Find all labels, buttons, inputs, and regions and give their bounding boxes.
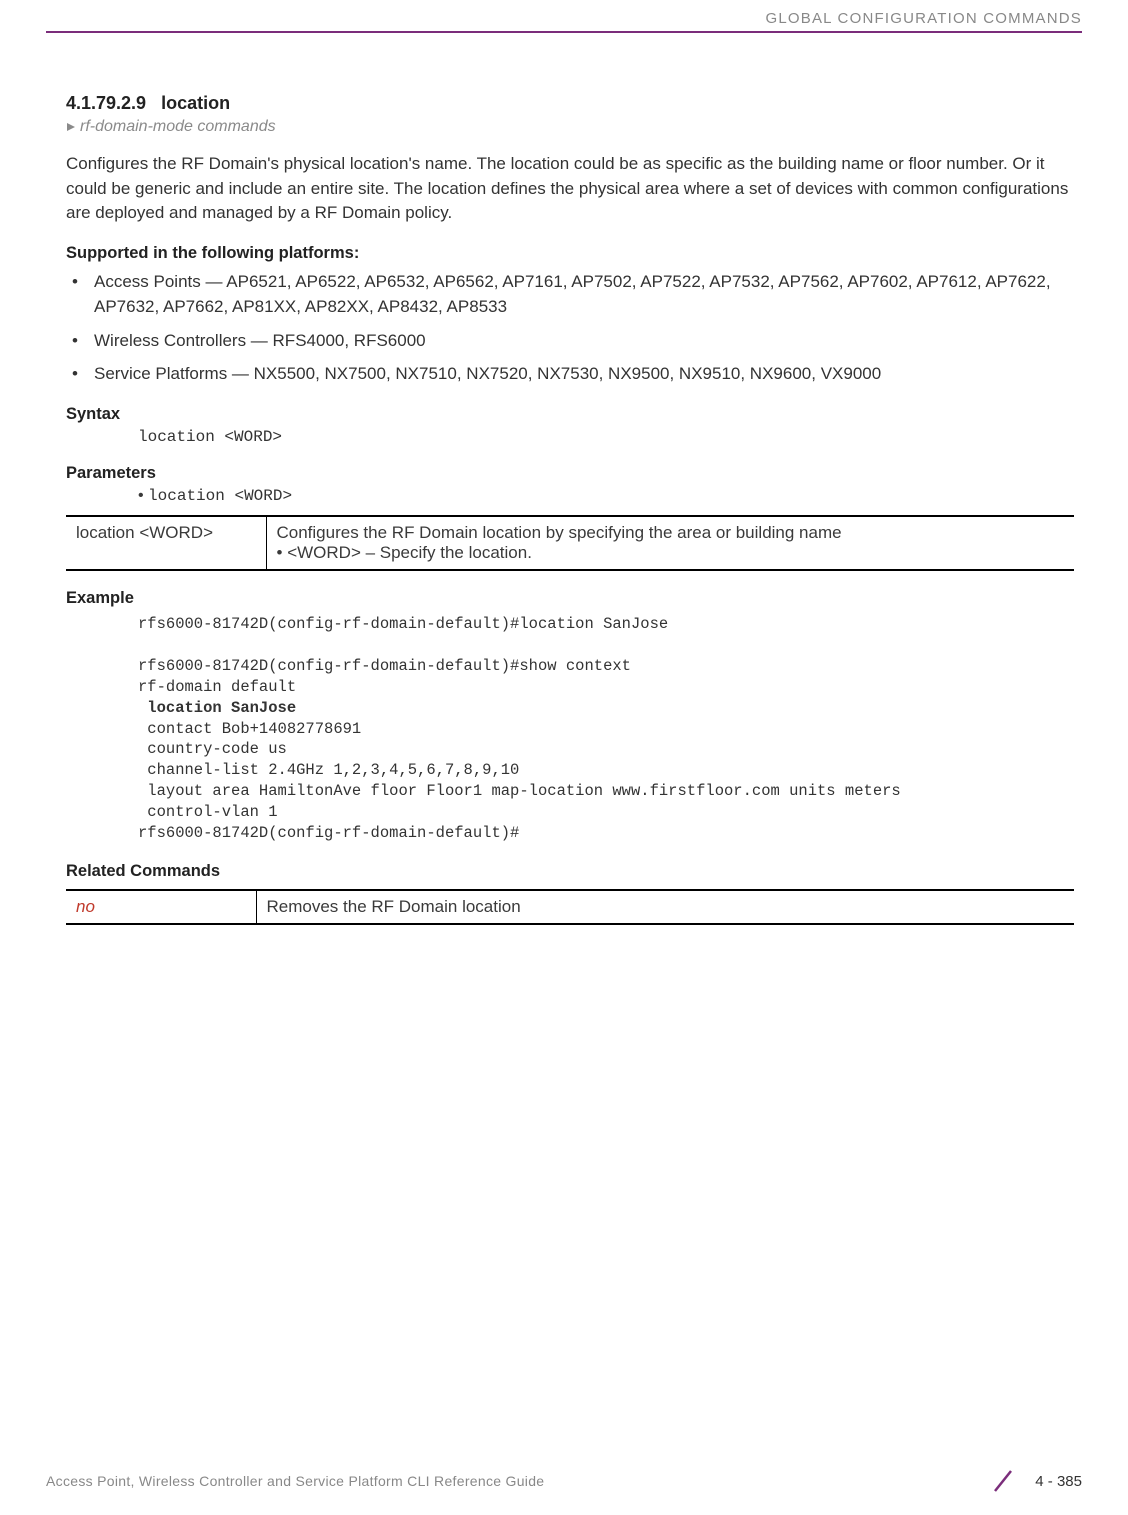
param-desc-line: Configures the RF Domain location by spe… [277,523,1065,543]
syntax-heading: Syntax [66,405,1074,424]
list-item: Access Points — AP6521, AP6522, AP6532, … [94,269,1074,320]
main-content: 4.1.79.2.9 location rf-domain-mode comma… [46,33,1082,925]
example-code-post: contact Bob+14082778691 country-code us … [138,719,1074,845]
parameters-bullet-code: location <WORD> [148,487,292,505]
example-heading: Example [66,589,1074,608]
footer-doc-title: Access Point, Wireless Controller and Se… [46,1473,544,1489]
syntax-code: location <WORD> [66,428,1074,446]
section-title: location [161,93,230,113]
table-row: location <WORD> Configures the RF Domain… [66,516,1074,570]
related-desc-cell: Removes the RF Domain location [256,890,1074,924]
parameters-heading: Parameters [66,464,1074,483]
breadcrumb: rf-domain-mode commands [66,118,1074,136]
parameters-bullet: • location <WORD> [66,487,1074,505]
example-block: rfs6000-81742D(config-rf-domain-default)… [66,614,1074,844]
table-row: no Removes the RF Domain location [66,890,1074,924]
page-footer: Access Point, Wireless Controller and Se… [0,1467,1128,1495]
footer-page-number: 4 - 385 [1035,1473,1082,1490]
example-code-pre: rfs6000-81742D(config-rf-domain-default)… [138,614,1074,698]
breadcrumb-arrow-icon [66,122,76,132]
list-item: Service Platforms — NX5500, NX7500, NX75… [94,361,1074,387]
syntax-code-text: location <WORD> [138,428,282,446]
header-section-label: GLOBAL CONFIGURATION COMMANDS [46,0,1082,29]
list-item: Wireless Controllers — RFS4000, RFS6000 [94,328,1074,354]
supported-list: Access Points — AP6521, AP6522, AP6532, … [66,269,1074,387]
footer-slash-icon [989,1467,1017,1495]
supported-heading: Supported in the following platforms: [66,244,1074,263]
section-heading: 4.1.79.2.9 location [66,93,1074,114]
param-desc-cell: Configures the RF Domain location by spe… [266,516,1074,570]
parameters-table: location <WORD> Configures the RF Domain… [66,515,1074,571]
example-code-bold: location SanJose [138,698,1074,719]
intro-paragraph: Configures the RF Domain's physical loca… [66,152,1074,226]
breadcrumb-text[interactable]: rf-domain-mode commands [80,118,276,136]
related-table: no Removes the RF Domain location [66,889,1074,925]
related-heading: Related Commands [66,862,1074,881]
param-name-cell: location <WORD> [66,516,266,570]
param-desc-bullet: <WORD> – Specify the location. [277,543,1065,563]
section-number: 4.1.79.2.9 [66,93,146,113]
related-cmd-cell[interactable]: no [66,890,256,924]
